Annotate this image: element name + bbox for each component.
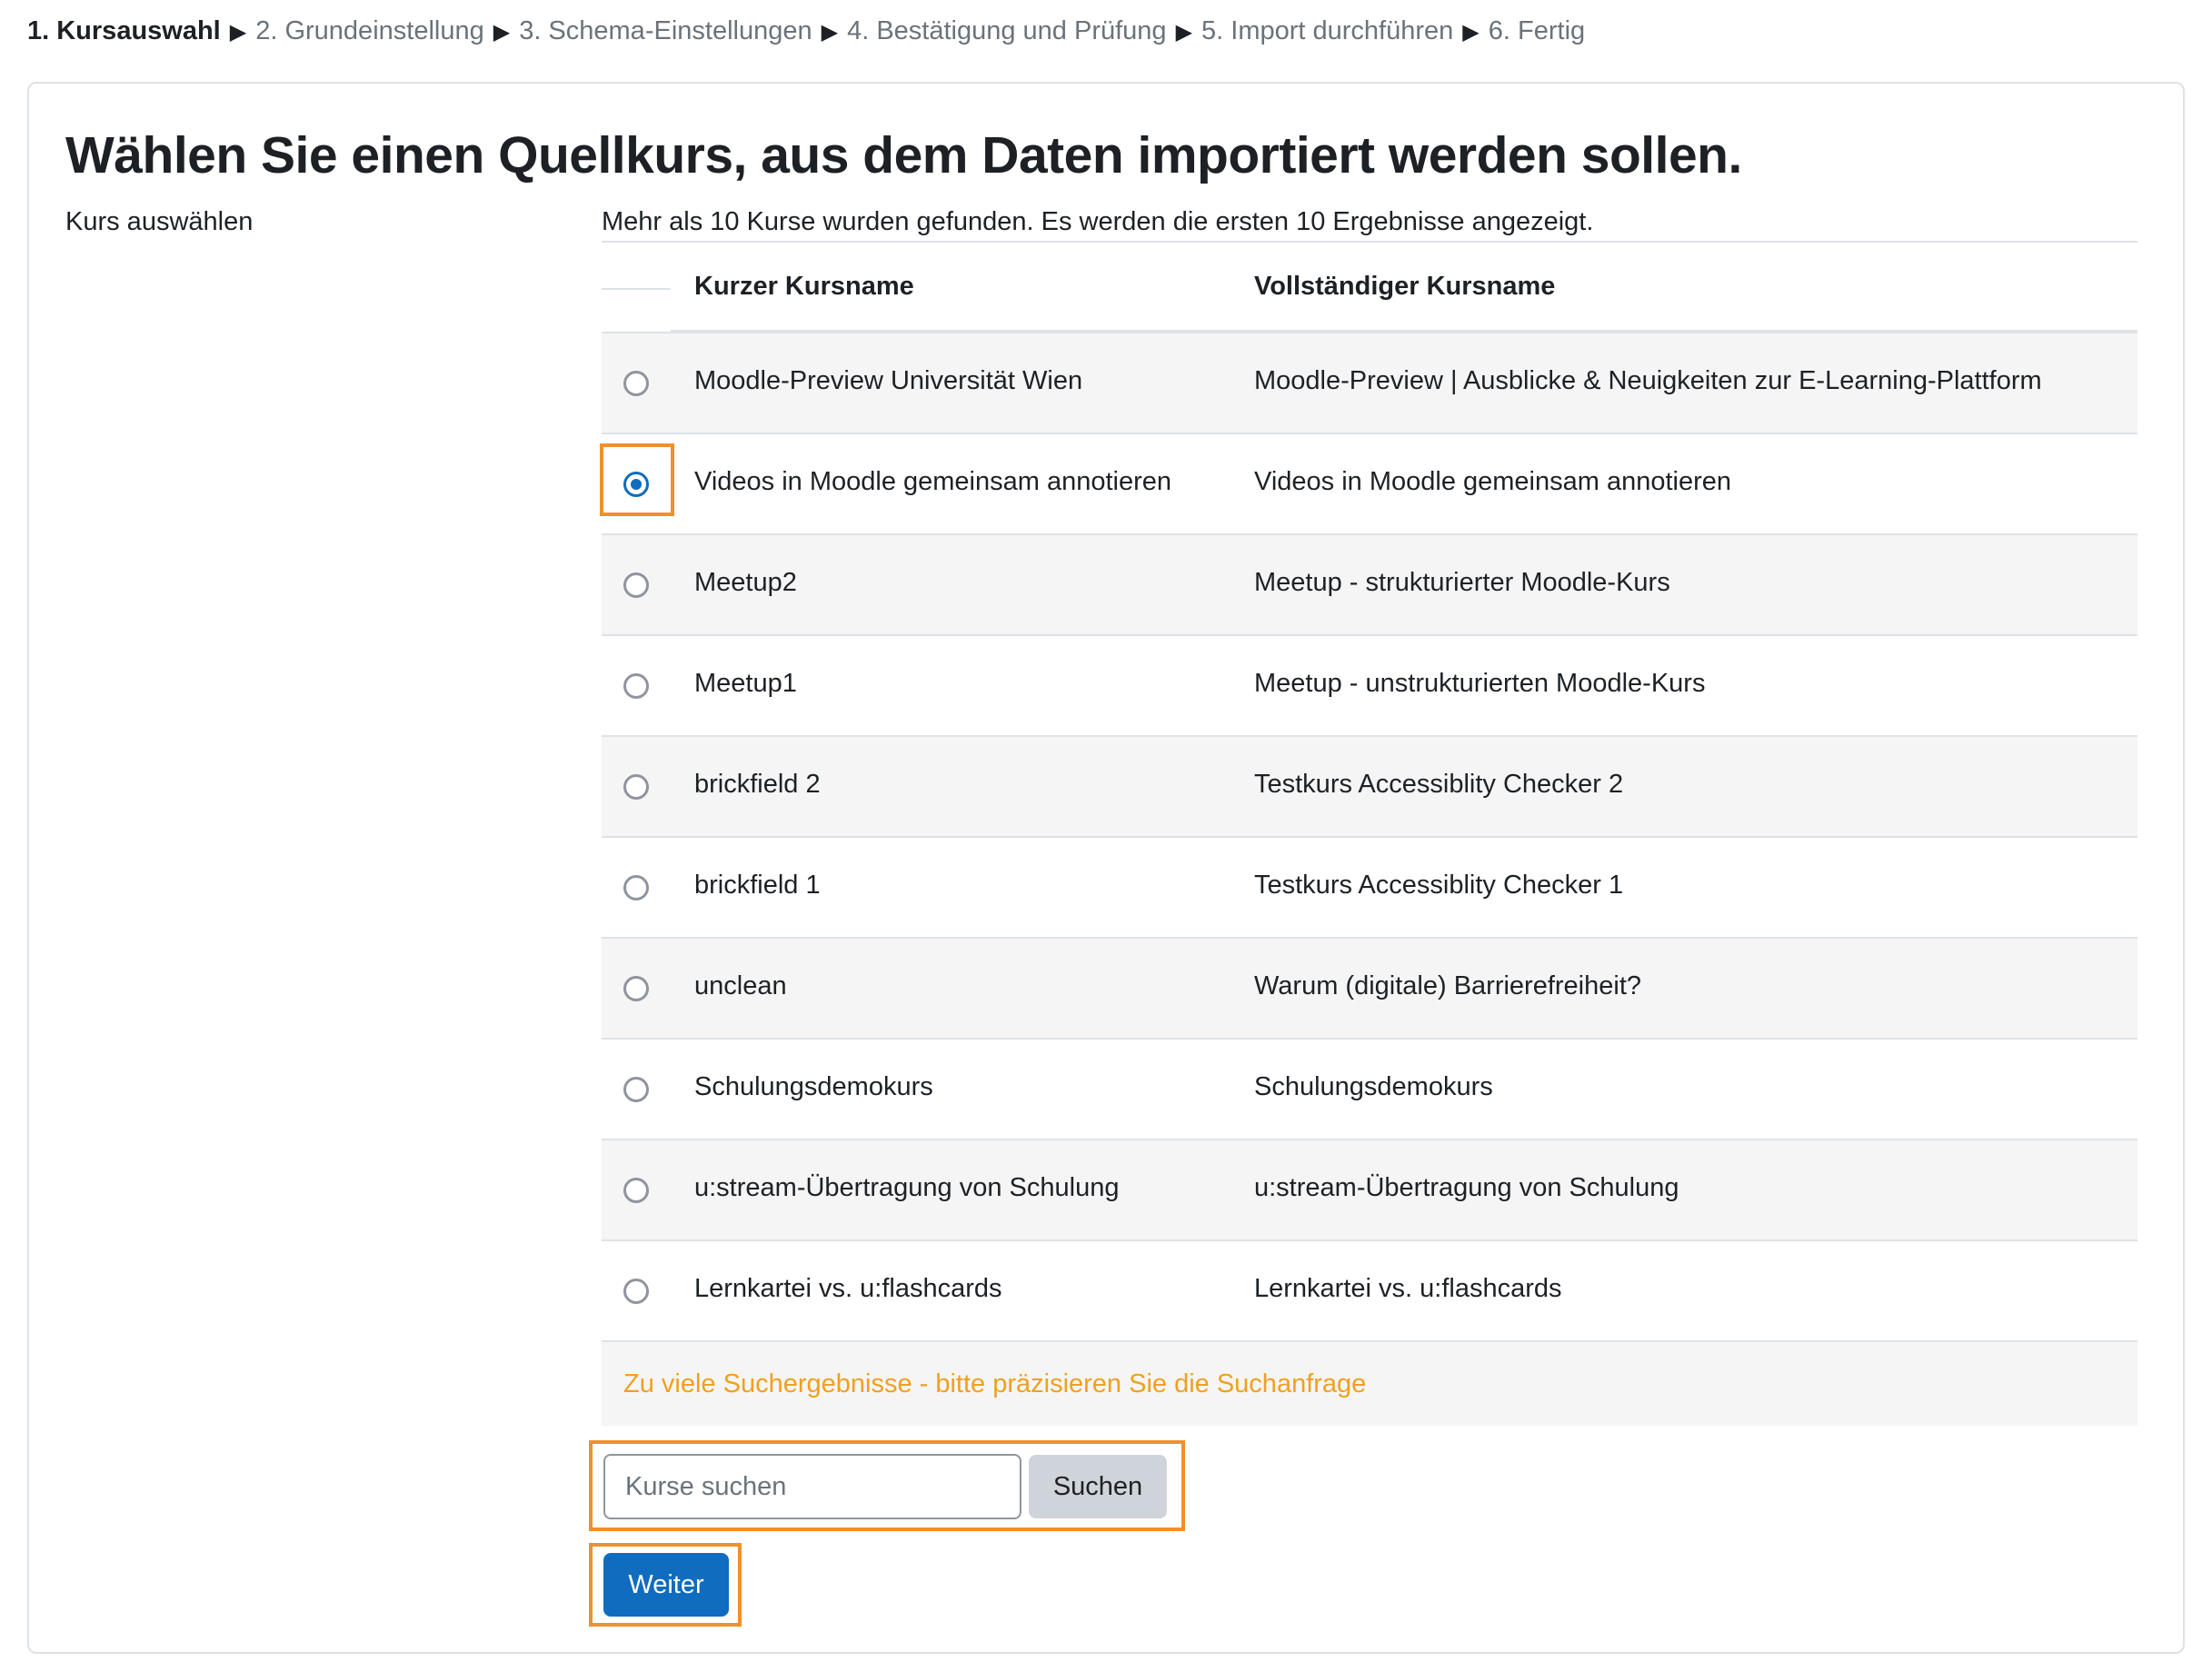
- table-row[interactable]: Lernkartei vs. u:flashcards Lernkartei vs…: [602, 1239, 2137, 1340]
- warning-row: Zu viele Suchergebnisse - bitte präzisie…: [602, 1340, 2137, 1426]
- course-radio-button[interactable]: [623, 572, 649, 598]
- page-title: Wählen Sie einen Quellkurs, aus dem Date…: [65, 126, 1742, 184]
- course-short-name: Schulungsdemokurs: [694, 1072, 933, 1101]
- table-body: Moodle-Preview Universität Wien Moodle-Pr…: [600, 332, 2137, 1340]
- header-short-name: Kurzer Kursname: [694, 272, 914, 301]
- step-separator-icon: ▶: [821, 20, 839, 45]
- course-radio-button[interactable]: [623, 774, 649, 800]
- step-separator-icon: ▶: [1175, 20, 1193, 45]
- course-short-name: Lernkartei vs. u:flashcards: [694, 1274, 1002, 1303]
- table-row[interactable]: Meetup1 Meetup - unstrukturierten Moodle-…: [602, 634, 2137, 735]
- course-short-name: unclean: [694, 971, 787, 1000]
- course-full-name: Testkurs Accessiblity Checker 1: [1254, 871, 1624, 900]
- course-full-name: Schulungsdemokurs: [1254, 1072, 1493, 1101]
- step-4: 4. Bestätigung und Prüfung: [847, 16, 1167, 45]
- table-row[interactable]: unclean Warum (digitale) Barrierefreiheit…: [602, 937, 2137, 1038]
- course-radio-button[interactable]: [623, 472, 649, 497]
- step-1: 1. Kursauswahl: [27, 16, 221, 45]
- course-radio-button[interactable]: [623, 1178, 649, 1203]
- header-full-name: Vollständiger Kursname: [1254, 272, 1556, 301]
- step-separator-icon: ▶: [229, 20, 247, 45]
- course-radio-button[interactable]: [623, 673, 649, 699]
- course-short-name: Meetup2: [694, 568, 797, 597]
- course-full-name: Lernkartei vs. u:flashcards: [1254, 1274, 1562, 1303]
- next-button[interactable]: Weiter: [603, 1553, 729, 1617]
- table-row[interactable]: brickfield 2 Testkurs Accessiblity Checke…: [602, 735, 2137, 836]
- course-full-name: Warum (digitale) Barrierefreiheit?: [1254, 971, 1642, 1000]
- course-radio-button[interactable]: [623, 976, 649, 1001]
- step-separator-icon: ▶: [1462, 20, 1480, 45]
- table-header: Kurzer Kursname Vollständiger Kursname: [602, 241, 2137, 333]
- table-row[interactable]: Videos in Moodle gemeinsam annotieren Vid…: [600, 433, 2137, 533]
- course-radio-button[interactable]: [623, 1077, 649, 1102]
- table-row[interactable]: Moodle-Preview Universität Wien Moodle-Pr…: [602, 332, 2137, 433]
- step-separator-icon: ▶: [493, 20, 511, 45]
- course-short-name: brickfield 1: [694, 871, 821, 900]
- step-2: 2. Grundeinstellung: [255, 16, 484, 45]
- course-full-name: Meetup - unstrukturierten Moodle-Kurs: [1254, 669, 1706, 698]
- table-row[interactable]: u:stream-Übertragung von Schulung u:strea…: [602, 1139, 2137, 1239]
- course-full-name: Testkurs Accessiblity Checker 2: [1254, 770, 1624, 799]
- header-divider: [602, 288, 671, 290]
- course-table: Kurzer Kursname Vollständiger Kursname M…: [600, 241, 2137, 1426]
- course-radio-button[interactable]: [623, 875, 649, 901]
- course-short-name: u:stream-Übertragung von Schulung: [694, 1173, 1120, 1202]
- course-short-name: Moodle-Preview Universität Wien: [694, 366, 1083, 395]
- too-many-results-warning: Zu viele Suchergebnisse - bitte präzisie…: [623, 1369, 1367, 1398]
- course-full-name: Meetup - strukturierter Moodle-Kurs: [1254, 568, 1670, 597]
- table-row[interactable]: Schulungsdemokurs Schulungsdemokurs: [602, 1038, 2137, 1139]
- course-search-input[interactable]: [603, 1454, 1021, 1519]
- results-info-text: Mehr als 10 Kurse wurden gefunden. Es we…: [602, 207, 1594, 236]
- course-short-name: Videos in Moodle gemeinsam annotieren: [694, 467, 1172, 496]
- course-radio-button[interactable]: [623, 1279, 649, 1304]
- step-navigation: 1. Kursauswahl ▶ 2. Grundeinstellung ▶ 3. Sc…: [27, 16, 1585, 46]
- step-5: 5. Import durchführen: [1201, 16, 1454, 45]
- course-radio-button[interactable]: [623, 371, 649, 396]
- course-full-name: u:stream-Übertragung von Schulung: [1254, 1173, 1679, 1202]
- course-short-name: brickfield 2: [694, 770, 821, 799]
- course-full-name: Moodle-Preview | Ausblicke & Neuigkeiten…: [1254, 366, 2042, 395]
- course-full-name: Videos in Moodle gemeinsam annotieren: [1254, 467, 1732, 496]
- step-3: 3. Schema-Einstellungen: [519, 16, 812, 45]
- step-6: 6. Fertig: [1488, 16, 1586, 45]
- course-short-name: Meetup1: [694, 669, 797, 698]
- table-row[interactable]: brickfield 1 Testkurs Accessiblity Checke…: [602, 836, 2137, 937]
- course-select-label: Kurs auswählen: [65, 207, 254, 236]
- table-row[interactable]: Meetup2 Meetup - strukturierter Moodle-Ku…: [602, 533, 2137, 634]
- search-button[interactable]: Suchen: [1029, 1455, 1167, 1518]
